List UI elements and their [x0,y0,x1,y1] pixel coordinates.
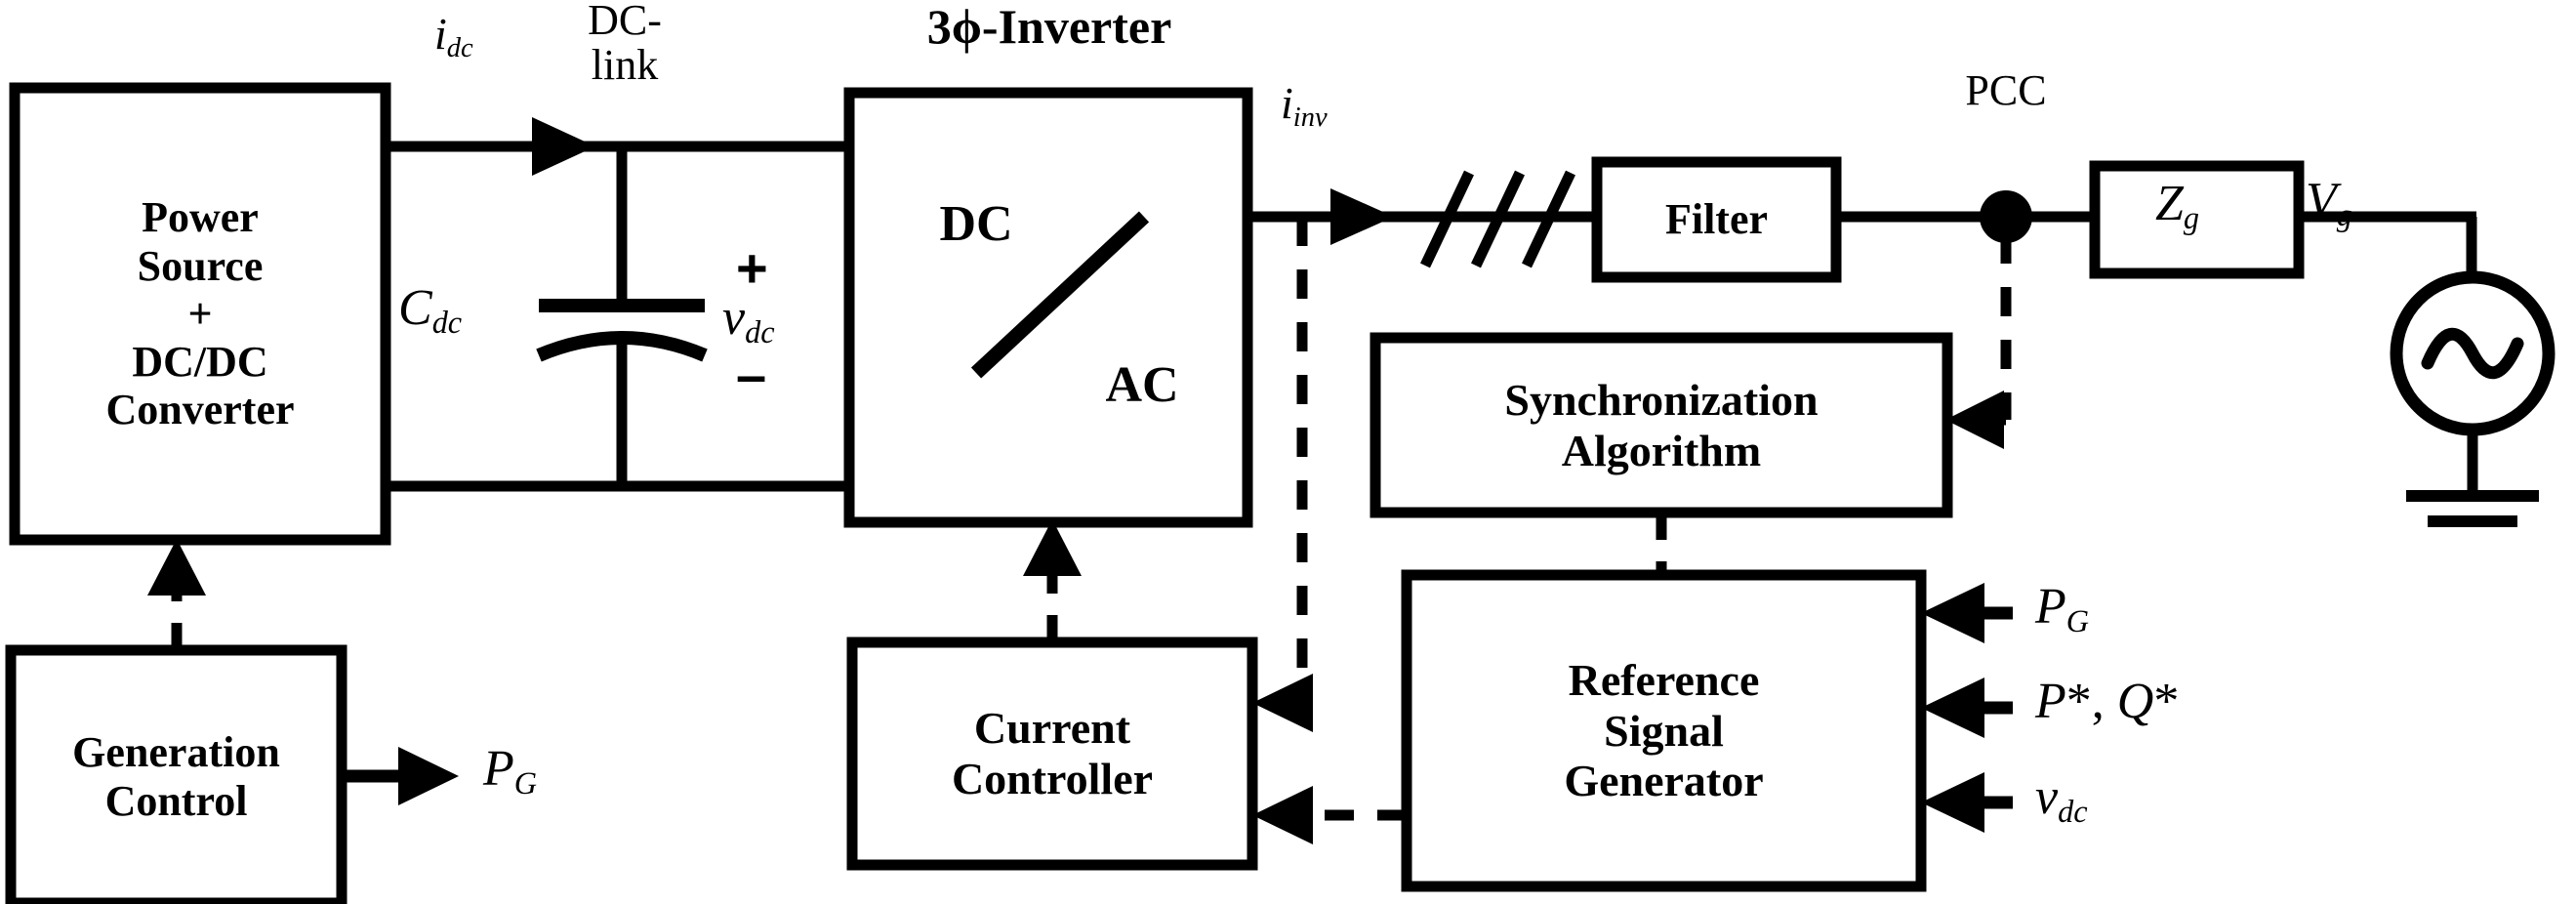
generation-control-output-arrowhead [398,747,459,805]
rsg-p-ref-base: P [2035,674,2066,729]
rsg-q-ref-star: * [2153,674,2180,729]
page-title: 3ϕ-Inverter [926,0,1172,54]
power-source-control-arrowhead [147,539,206,596]
rsg-pg-subscript: G [2065,603,2090,639]
rsg-p-ref-star: * [2065,674,2092,729]
filter-box [1591,156,1842,283]
rsg-vdc-subscript: dc [2058,794,2088,830]
dc-link-label: DC- link [588,0,662,90]
current-controller-box [846,637,1258,871]
rsg-vdc-base: v [2035,769,2059,825]
i-inv-label: iinv [1281,81,1328,133]
i-dc-label: idc [434,12,473,63]
current-controller-ref-arrowhead [1252,786,1313,844]
sync-input-arrowhead [1945,390,2004,449]
c-dc-label: Cdc [398,280,463,341]
v-dc-base: v [722,290,746,346]
pg-output-base: P [483,741,514,797]
rsg-q-ref-base: Q [2116,674,2154,729]
i-dc-base: i [434,9,447,59]
rsg-input-vdc-arrowhead [1921,772,1984,833]
pg-output-label: PG [483,741,538,801]
power-source-box [9,82,391,546]
rsg-pq-comma: , [2091,674,2117,729]
v-dc-label: vdc [722,290,775,349]
zg-subscript: g [2183,200,2200,236]
block-diagram-canvas: 3ϕ-Inverter Power Source + DC/DC Convert… [0,0,2576,904]
rsg-input-pq-label: P*, Q* [2035,677,2179,727]
i-inv-base: i [1281,78,1293,128]
vg-base: V [2306,173,2337,228]
rsg-input-pq-arrowhead [1921,678,1984,738]
vg-label: Vg [2306,173,2352,233]
zg-label: Zg [2155,176,2200,236]
i-inv-arrowhead [1330,188,1394,245]
rsg-input-vdc-label: vdc [2035,769,2088,830]
vg-subscript: g [2336,197,2352,233]
zg-base: Z [2155,176,2184,231]
vdc-minus-sign: – [736,344,767,405]
i-dc-arrowhead [532,117,595,176]
c-dc-base: C [398,280,432,336]
i-dc-subscript: dc [446,32,473,63]
vdc-plus-sign: + [736,237,768,299]
current-controller-feedback-arrowhead [1252,674,1313,732]
reference-signal-generator-box [1401,569,1927,892]
pg-output-subscript: G [513,765,538,801]
generation-control-box [5,644,348,904]
rsg-input-pg-label: PG [2035,582,2089,637]
inverter-gate-arrowhead [1023,519,1082,576]
rsg-input-pg-arrowhead [1921,583,1984,643]
i-inv-subscript: inv [1292,102,1328,133]
c-dc-subscript: dc [431,305,463,341]
pcc-label: PCC [1965,66,2047,114]
synchronization-algorithm-box [1370,332,1953,518]
rsg-pg-base: P [2035,579,2066,635]
diagram-wires [5,82,2556,904]
